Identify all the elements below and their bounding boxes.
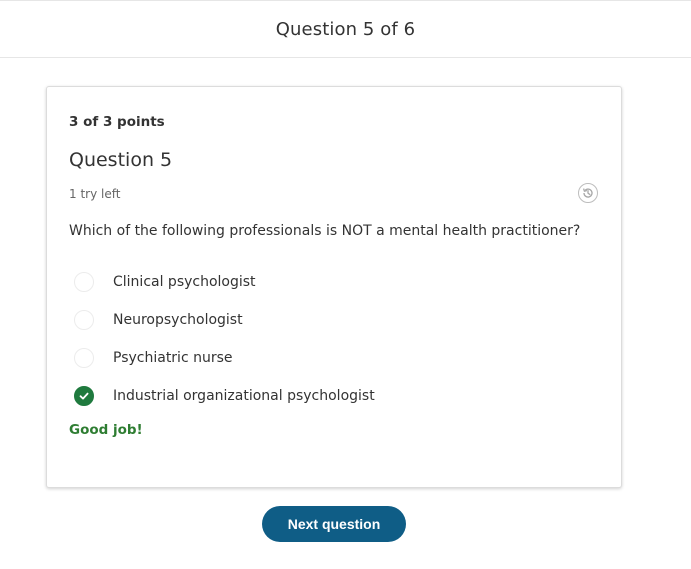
history-button[interactable] — [578, 183, 598, 203]
page-header: Question 5 of 6 — [0, 0, 691, 58]
radio-button[interactable] — [74, 348, 94, 368]
next-question-button[interactable]: Next question — [262, 506, 406, 542]
option-label: Neuropsychologist — [113, 312, 243, 328]
radio-button[interactable] — [74, 310, 94, 330]
answer-option-2[interactable]: Neuropsychologist — [73, 301, 573, 339]
tries-left: 1 try left — [69, 187, 121, 201]
option-label: Psychiatric nurse — [113, 350, 233, 366]
option-label: Industrial organizational psychologist — [113, 388, 375, 404]
answer-option-4[interactable]: Industrial organizational psychologist — [73, 377, 573, 415]
radio-button-checked[interactable] — [74, 386, 94, 406]
points-score: 3 of 3 points — [69, 114, 165, 130]
radio-button[interactable] — [74, 272, 94, 292]
progress-title: Question 5 of 6 — [275, 18, 416, 40]
feedback-message: Good job! — [69, 422, 143, 438]
answer-option-1[interactable]: Clinical psychologist — [73, 263, 573, 301]
checkmark-icon — [79, 392, 89, 400]
answer-option-3[interactable]: Psychiatric nurse — [73, 339, 573, 377]
history-icon — [582, 188, 593, 198]
question-title: Question 5 — [69, 149, 173, 171]
option-label: Clinical psychologist — [113, 274, 256, 290]
question-card: 3 of 3 points Question 5 1 try left Whic… — [46, 86, 622, 488]
question-prompt: Which of the following professionals is … — [69, 223, 581, 239]
answer-options: Clinical psychologist Neuropsychologist … — [73, 263, 573, 415]
